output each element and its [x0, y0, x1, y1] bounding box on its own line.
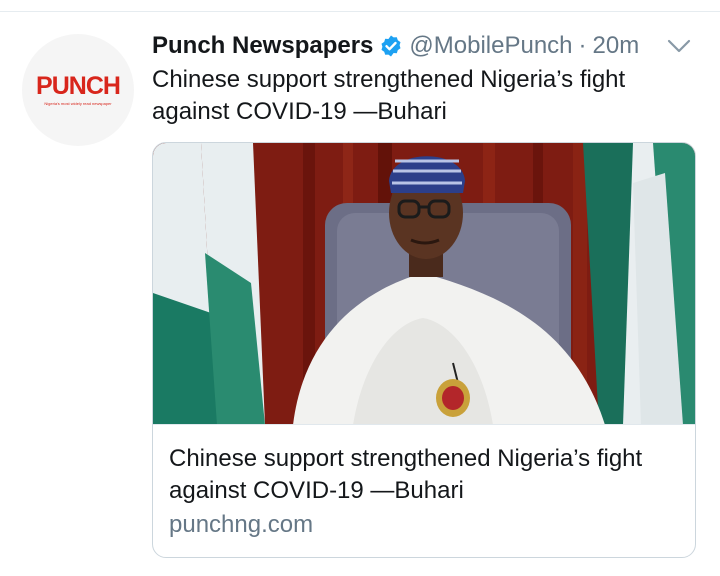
tweet-timestamp[interactable]: 20m: [593, 32, 640, 60]
card-body[interactable]: Chinese support strengthened Nigeria’s f…: [169, 443, 684, 541]
separator-dot: ·: [578, 32, 587, 59]
card-photo: [153, 143, 695, 424]
verified-badge-icon: [381, 35, 401, 57]
top-divider: [0, 0, 720, 12]
card-title[interactable]: Chinese support strengthened Nigeria’s f…: [169, 443, 684, 507]
author-handle[interactable]: @MobilePunch: [409, 32, 572, 60]
punch-logo-tagline: Nigeria's most widely read newspaper: [44, 101, 112, 106]
author-name[interactable]: Punch Newspapers: [152, 32, 373, 60]
chevron-down-icon[interactable]: [666, 34, 692, 58]
link-card[interactable]: Chinese support strengthened Nigeria’s f…: [152, 142, 696, 558]
punch-logo: PUNCH: [36, 72, 121, 100]
card-image[interactable]: [153, 143, 695, 425]
card-domain[interactable]: punchng.com: [169, 509, 684, 541]
tweet-header: Punch Newspapers @MobilePunch · 20m: [152, 30, 639, 62]
tweet-text: Chinese support strengthened Nigeria’s f…: [152, 66, 626, 125]
avatar[interactable]: PUNCH Nigeria's most widely read newspap…: [22, 34, 134, 146]
